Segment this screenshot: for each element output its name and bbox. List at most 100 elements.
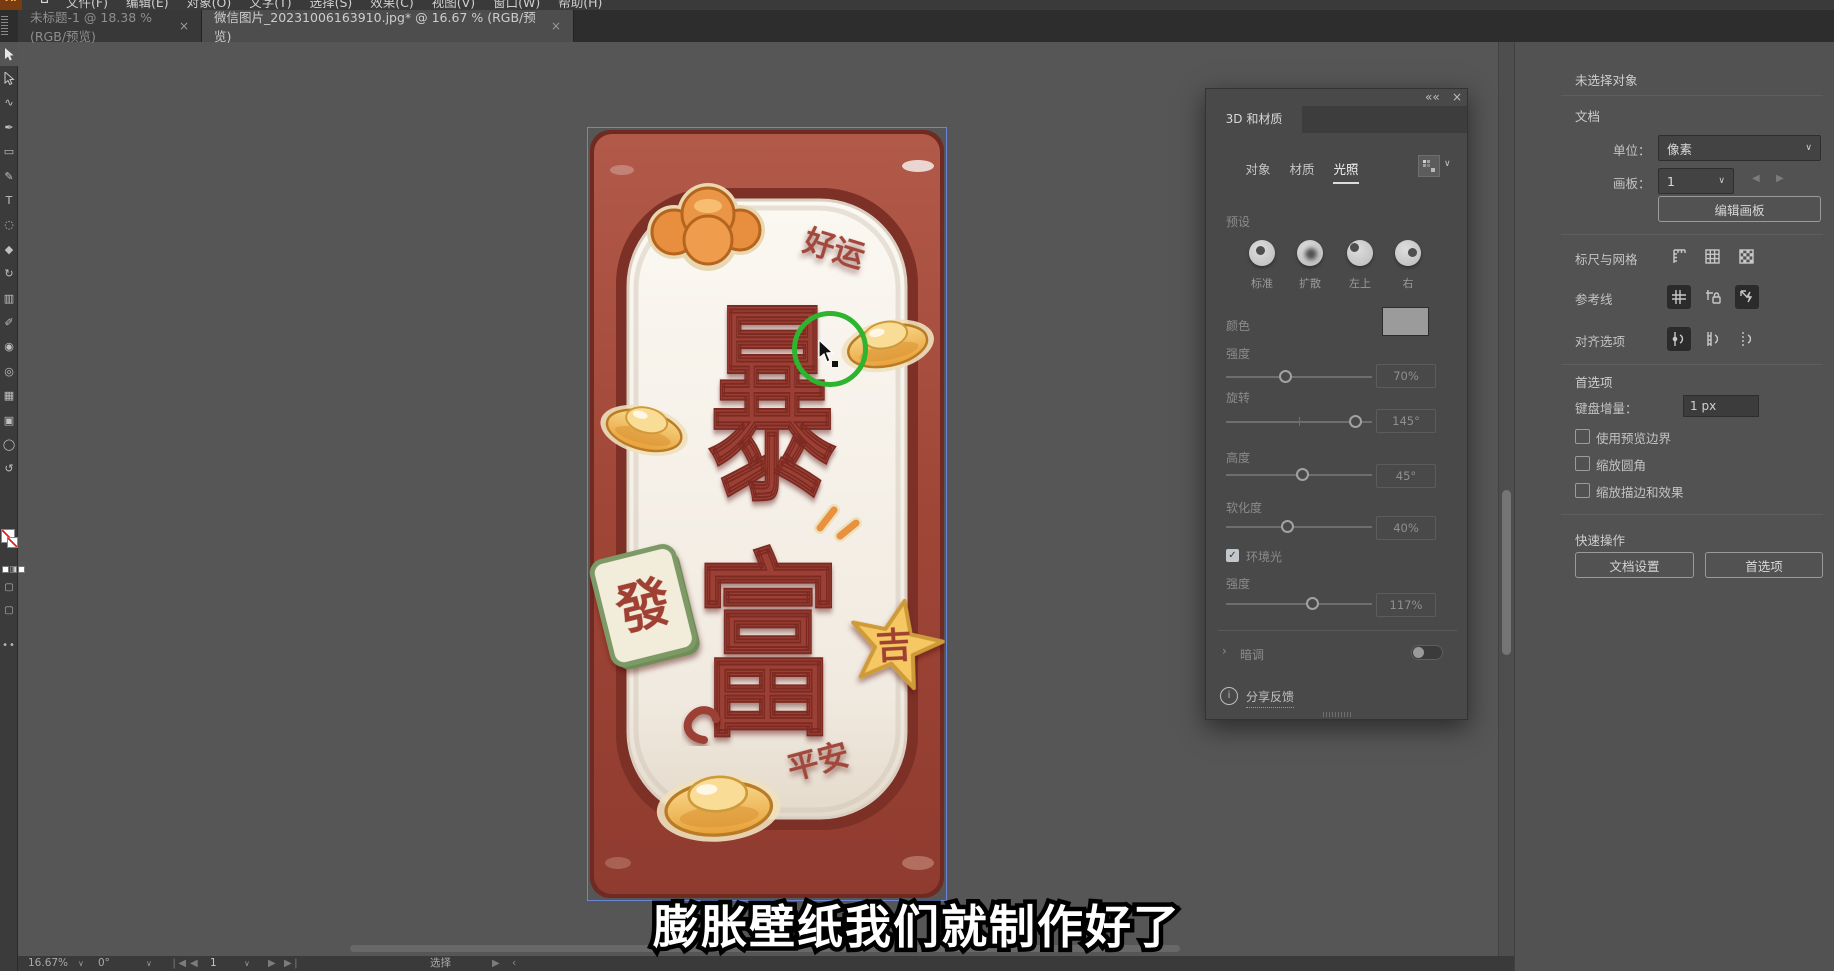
grid-icon[interactable] bbox=[1701, 245, 1725, 269]
close-tab-icon[interactable]: × bbox=[551, 19, 561, 33]
softness-value[interactable]: 40% bbox=[1376, 516, 1436, 540]
prev-artboard-icon[interactable]: ◀ bbox=[1752, 173, 1760, 184]
softness-slider[interactable] bbox=[1226, 526, 1372, 528]
paintbrush-tool[interactable]: ✎ bbox=[0, 164, 18, 188]
menu-item-1[interactable]: 编辑(E) bbox=[126, 0, 169, 10]
menu-item-3[interactable]: 文字(T) bbox=[249, 0, 291, 10]
zoom-level[interactable]: 16.67% bbox=[28, 956, 68, 971]
document-tab-untitled[interactable]: 未标题-1 @ 18.38 % (RGB/预览) × bbox=[18, 10, 202, 42]
draw-mode-button[interactable]: ▢ bbox=[0, 582, 18, 593]
shadow-toggle[interactable] bbox=[1411, 645, 1443, 660]
intensity-slider[interactable] bbox=[1226, 376, 1372, 378]
tab-object[interactable]: 对象 bbox=[1245, 159, 1271, 178]
color-button[interactable] bbox=[2, 566, 9, 573]
menu-item-5[interactable]: 效果(C) bbox=[370, 0, 413, 10]
snap-to-point-icon[interactable] bbox=[1667, 327, 1691, 351]
show-guides-icon[interactable] bbox=[1667, 285, 1691, 309]
render-quality-icon[interactable] bbox=[1418, 155, 1440, 177]
ruler-icon[interactable] bbox=[1667, 245, 1691, 269]
pen-tool[interactable]: ✒ bbox=[0, 115, 18, 139]
home-icon[interactable]: ⌂ bbox=[40, 0, 49, 7]
rectangle-tool[interactable]: ▭ bbox=[0, 140, 18, 164]
tab-material[interactable]: 材质 bbox=[1289, 159, 1315, 178]
graph-tool[interactable]: ▦ bbox=[0, 383, 18, 407]
snap-to-pixel-icon[interactable] bbox=[1735, 327, 1759, 351]
blend-tool[interactable]: ◉ bbox=[0, 335, 18, 359]
artboard-select[interactable]: 1 ∨ bbox=[1658, 168, 1734, 194]
scale-corners-checkbox[interactable] bbox=[1575, 456, 1590, 471]
close-panel-icon[interactable]: × bbox=[1452, 90, 1462, 104]
preset-top-left[interactable] bbox=[1347, 240, 1373, 266]
close-tab-icon[interactable]: × bbox=[179, 19, 189, 33]
artwork-image[interactable]: 好运 暴 富 發 吉 bbox=[587, 127, 947, 901]
share-feedback-link[interactable]: 分享反馈 bbox=[1246, 688, 1294, 708]
preferences-button[interactable]: 首选项 bbox=[1705, 552, 1823, 578]
preset-right[interactable] bbox=[1395, 240, 1421, 266]
keyboard-increment-input[interactable]: 1 px bbox=[1683, 395, 1759, 417]
snap-to-grid-icon[interactable] bbox=[1701, 327, 1725, 351]
artboard-caret-icon[interactable]: ∨ bbox=[244, 956, 250, 971]
fill-stroke-swatches[interactable] bbox=[1, 529, 17, 563]
preset-diffuse[interactable] bbox=[1297, 240, 1323, 266]
menu-item-8[interactable]: 帮助(H) bbox=[558, 0, 602, 10]
ambient-light-checkbox[interactable]: ✓ bbox=[1226, 549, 1239, 562]
color-type-buttons[interactable] bbox=[2, 566, 25, 573]
rotation-value[interactable]: 0° bbox=[98, 956, 110, 971]
height-slider[interactable] bbox=[1226, 474, 1372, 476]
document-tab-image[interactable]: 微信图片_20231006163910.jpg* @ 16.67 % (RGB/… bbox=[202, 10, 574, 42]
edit-toolbar-button[interactable]: •• bbox=[0, 640, 18, 651]
tab-lighting[interactable]: 光照 bbox=[1333, 159, 1359, 184]
collapse-panel-icon[interactable]: «« bbox=[1425, 90, 1440, 104]
gradient-button[interactable] bbox=[10, 566, 17, 573]
smart-guides-icon[interactable] bbox=[1735, 285, 1759, 309]
eyedropper-tool[interactable]: ✐ bbox=[0, 310, 18, 334]
type-tool[interactable]: T bbox=[0, 188, 18, 212]
curvature-tool[interactable]: ∿ bbox=[0, 91, 18, 115]
height-value[interactable]: 45° bbox=[1376, 464, 1436, 488]
scale-strokes-effects-checkbox[interactable] bbox=[1575, 483, 1590, 498]
vertical-scrollbar[interactable] bbox=[1498, 42, 1514, 956]
eraser-tool[interactable]: ◆ bbox=[0, 237, 18, 261]
zoom-tool[interactable]: ◯ bbox=[0, 432, 18, 456]
rotation-caret-icon[interactable]: ∨ bbox=[146, 956, 152, 971]
menu-item-4[interactable]: 选择(S) bbox=[310, 0, 353, 10]
next-artboard-icon[interactable]: ▶ bbox=[1776, 173, 1784, 184]
panel-resize-grip[interactable] bbox=[1323, 712, 1353, 717]
rotate-view-tool[interactable]: ↺ bbox=[0, 457, 18, 481]
vertical-scrollbar-thumb[interactable] bbox=[1502, 490, 1511, 655]
gradient-tool[interactable]: ▥ bbox=[0, 286, 18, 310]
render-dropdown-caret-icon[interactable]: ∨ bbox=[1444, 159, 1451, 169]
rotate-tool[interactable]: ↻ bbox=[0, 262, 18, 286]
status-chevron-icon[interactable]: ‹ bbox=[512, 956, 516, 971]
last-artboard-icon[interactable]: ▶❘ bbox=[284, 956, 300, 971]
selection-tool[interactable] bbox=[0, 42, 18, 66]
intensity-value[interactable]: 70% bbox=[1376, 364, 1436, 388]
illustrator-logo-icon[interactable]: Ai bbox=[0, 0, 22, 10]
light-color-swatch[interactable] bbox=[1382, 307, 1429, 336]
next-artboard-icon[interactable]: ▶ bbox=[268, 956, 276, 971]
shaper-tool[interactable]: ◌ bbox=[0, 213, 18, 237]
rotation-slider[interactable] bbox=[1226, 421, 1372, 423]
zoom-caret-icon[interactable]: ∨ bbox=[78, 956, 84, 971]
status-play-icon[interactable]: ▶ bbox=[492, 956, 500, 971]
preset-standard[interactable] bbox=[1249, 240, 1275, 266]
panel-header[interactable]: «« × bbox=[1206, 89, 1467, 106]
screen-mode-button[interactable]: ▢ bbox=[0, 605, 18, 616]
ambient-intensity-value[interactable]: 117% bbox=[1376, 593, 1436, 617]
none-button[interactable] bbox=[18, 566, 25, 573]
lock-guides-icon[interactable] bbox=[1701, 285, 1725, 309]
artboard-number[interactable]: 1 bbox=[210, 956, 217, 971]
shadow-expander-icon[interactable]: › bbox=[1222, 644, 1227, 658]
use-preview-bounds-checkbox[interactable] bbox=[1575, 429, 1590, 444]
first-artboard-icon[interactable]: ❘◀ bbox=[170, 956, 186, 971]
prev-artboard-icon[interactable]: ◀ bbox=[190, 956, 198, 971]
tab-scroll-grip[interactable] bbox=[1, 16, 8, 36]
direct-selection-tool[interactable] bbox=[0, 66, 18, 90]
rotation-value[interactable]: 145° bbox=[1376, 409, 1436, 433]
menu-item-2[interactable]: 对象(O) bbox=[187, 0, 232, 10]
menu-item-7[interactable]: 窗口(W) bbox=[493, 0, 540, 10]
menu-item-0[interactable]: 文件(F) bbox=[66, 0, 108, 10]
transparency-grid-icon[interactable] bbox=[1735, 245, 1759, 269]
unit-select[interactable]: 像素 ∨ bbox=[1658, 135, 1821, 161]
stroke-swatch[interactable] bbox=[7, 537, 18, 548]
